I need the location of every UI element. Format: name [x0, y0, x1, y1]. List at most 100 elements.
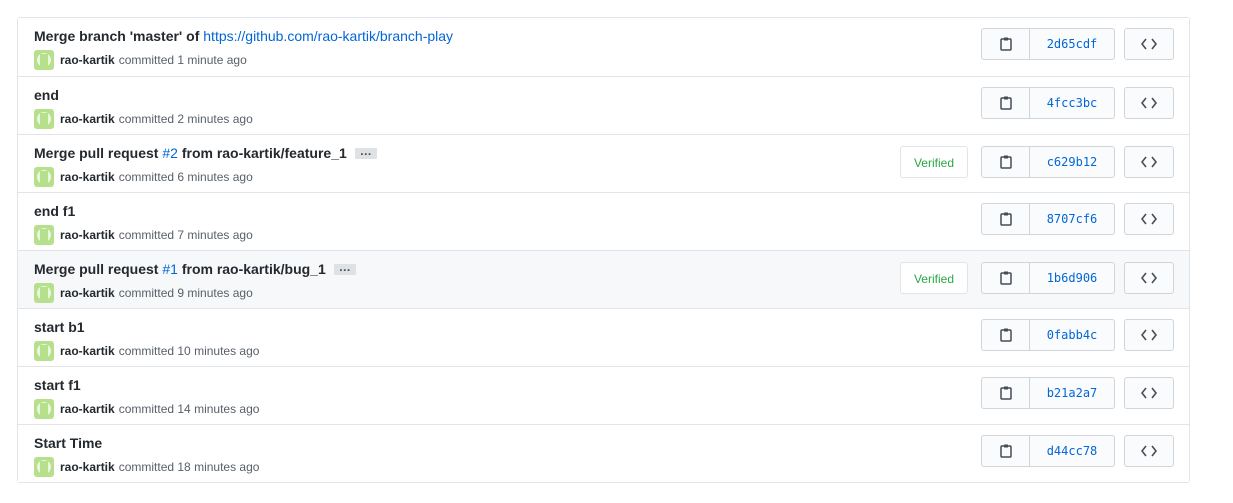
clipboard-icon: [999, 96, 1012, 110]
commit-title[interactable]: Start Time: [34, 434, 102, 452]
sha-button-group: 0fabb4c: [981, 319, 1115, 351]
browse-repo-button[interactable]: [1124, 146, 1174, 178]
clipboard-icon: [999, 155, 1012, 169]
commit-author[interactable]: rao-kartik: [60, 52, 115, 68]
commit-title[interactable]: Merge pull request #2 from rao-kartik/fe…: [34, 144, 377, 162]
browse-repo-button[interactable]: [1124, 28, 1174, 60]
commit-title-text: Start Time: [34, 435, 103, 451]
commit-title[interactable]: Merge branch 'master' of https://github.…: [34, 27, 453, 45]
commit-sha-link[interactable]: 0fabb4c: [1030, 320, 1114, 350]
code-icon: [1141, 97, 1157, 109]
clipboard-icon: [999, 212, 1012, 226]
commit-author[interactable]: rao-kartik: [60, 227, 115, 243]
commit-time: committed 1 minute ago: [118, 53, 247, 67]
commit-sha-link[interactable]: b21a2a7: [1030, 378, 1114, 408]
avatar[interactable]: [34, 399, 54, 419]
sha-button-group: c629b12: [981, 146, 1115, 178]
browse-repo-button[interactable]: [1124, 87, 1174, 119]
commit-title[interactable]: end f1: [34, 202, 75, 220]
browse-repo-button[interactable]: [1124, 319, 1174, 351]
commit-meta: rao-kartik committed 6 minutes ago: [34, 167, 253, 187]
commit-meta: rao-kartik committed 14 minutes ago: [34, 399, 259, 419]
clipboard-icon: [999, 386, 1012, 400]
commit-author[interactable]: rao-kartik: [60, 285, 115, 301]
commit-row: start b1 rao-kartik committed 10 minutes…: [18, 308, 1189, 366]
commit-row: Merge pull request #2 from rao-kartik/fe…: [18, 134, 1189, 192]
avatar[interactable]: [34, 457, 54, 477]
clipboard-icon: [999, 271, 1012, 285]
code-icon: [1141, 387, 1157, 399]
commit-title-text: Merge branch 'master' of: [34, 28, 204, 44]
commit-title[interactable]: start b1: [34, 318, 85, 336]
sha-button-group: 8707cf6: [981, 203, 1115, 235]
copy-sha-button[interactable]: [982, 263, 1030, 293]
commit-time: committed 18 minutes ago: [118, 460, 260, 474]
expand-message-button[interactable]: …: [333, 261, 356, 275]
commit-author[interactable]: rao-kartik: [60, 169, 115, 185]
commit-meta: rao-kartik committed 9 minutes ago: [34, 283, 253, 303]
commit-sha-link[interactable]: c629b12: [1030, 147, 1114, 177]
avatar[interactable]: [34, 225, 54, 245]
sha-button-group: d44cc78: [981, 435, 1115, 467]
commit-sha-link[interactable]: 4fcc3bc: [1030, 88, 1114, 118]
commit-title-text: Merge pull request: [34, 145, 163, 161]
commit-meta: rao-kartik committed 18 minutes ago: [34, 457, 259, 477]
commit-time: committed 6 minutes ago: [118, 170, 253, 184]
copy-sha-button[interactable]: [982, 436, 1030, 466]
copy-sha-button[interactable]: [982, 147, 1030, 177]
browse-repo-button[interactable]: [1124, 377, 1174, 409]
commit-author[interactable]: rao-kartik: [60, 401, 115, 417]
browse-repo-button[interactable]: [1124, 262, 1174, 294]
commit-title-suffix: from rao-kartik/bug_1: [177, 261, 326, 277]
copy-sha-button[interactable]: [982, 378, 1030, 408]
commit-title-text: start b1: [34, 319, 85, 335]
avatar[interactable]: [34, 50, 54, 70]
commit-title-text: Merge pull request: [34, 261, 163, 277]
commit-row: end f1 rao-kartik committed 7 minutes ag…: [18, 192, 1189, 250]
commit-time: committed 2 minutes ago: [118, 112, 253, 126]
commit-row: start f1 rao-kartik committed 14 minutes…: [18, 366, 1189, 424]
avatar[interactable]: [34, 109, 54, 129]
commit-title-text: end: [34, 87, 59, 103]
commit-author[interactable]: rao-kartik: [60, 111, 115, 127]
commit-title[interactable]: end: [34, 86, 59, 104]
commit-meta: rao-kartik committed 7 minutes ago: [34, 225, 253, 245]
commit-title[interactable]: start f1: [34, 376, 81, 394]
code-icon: [1141, 38, 1157, 50]
copy-sha-button[interactable]: [982, 320, 1030, 350]
verified-badge[interactable]: Verified: [899, 146, 968, 178]
verified-badge[interactable]: Verified: [899, 262, 968, 294]
commit-title-text: start f1: [34, 377, 81, 393]
commit-row: Start Time rao-kartik committed 18 minut…: [18, 424, 1189, 482]
code-icon: [1141, 329, 1157, 341]
copy-sha-button[interactable]: [982, 204, 1030, 234]
commit-meta: rao-kartik committed 2 minutes ago: [34, 109, 253, 129]
commit-title-link[interactable]: https://github.com/rao-kartik/branch-pla…: [203, 27, 453, 45]
commit-time: committed 10 minutes ago: [118, 344, 260, 358]
commit-row: Merge branch 'master' of https://github.…: [18, 18, 1189, 76]
browse-repo-button[interactable]: [1124, 435, 1174, 467]
sha-button-group: 1b6d906: [981, 262, 1115, 294]
commit-sha-link[interactable]: 8707cf6: [1030, 204, 1114, 234]
browse-repo-button[interactable]: [1124, 203, 1174, 235]
code-icon: [1141, 156, 1157, 168]
expand-message-button[interactable]: …: [354, 145, 377, 159]
commit-meta: rao-kartik committed 1 minute ago: [34, 50, 247, 70]
pull-request-link[interactable]: #2: [162, 144, 178, 162]
commit-author[interactable]: rao-kartik: [60, 459, 115, 475]
commit-title[interactable]: Merge pull request #1 from rao-kartik/bu…: [34, 260, 356, 278]
commit-author[interactable]: rao-kartik: [60, 343, 115, 359]
avatar[interactable]: [34, 283, 54, 303]
commit-sha-link[interactable]: 2d65cdf: [1030, 29, 1114, 59]
sha-button-group: 4fcc3bc: [981, 87, 1115, 119]
commit-time: committed 7 minutes ago: [118, 228, 253, 242]
commit-sha-link[interactable]: 1b6d906: [1030, 263, 1114, 293]
avatar[interactable]: [34, 341, 54, 361]
pull-request-link[interactable]: #1: [162, 260, 178, 278]
commit-sha-link[interactable]: d44cc78: [1030, 436, 1114, 466]
copy-sha-button[interactable]: [982, 29, 1030, 59]
avatar[interactable]: [34, 167, 54, 187]
clipboard-icon: [999, 37, 1012, 51]
copy-sha-button[interactable]: [982, 88, 1030, 118]
clipboard-icon: [999, 328, 1012, 342]
